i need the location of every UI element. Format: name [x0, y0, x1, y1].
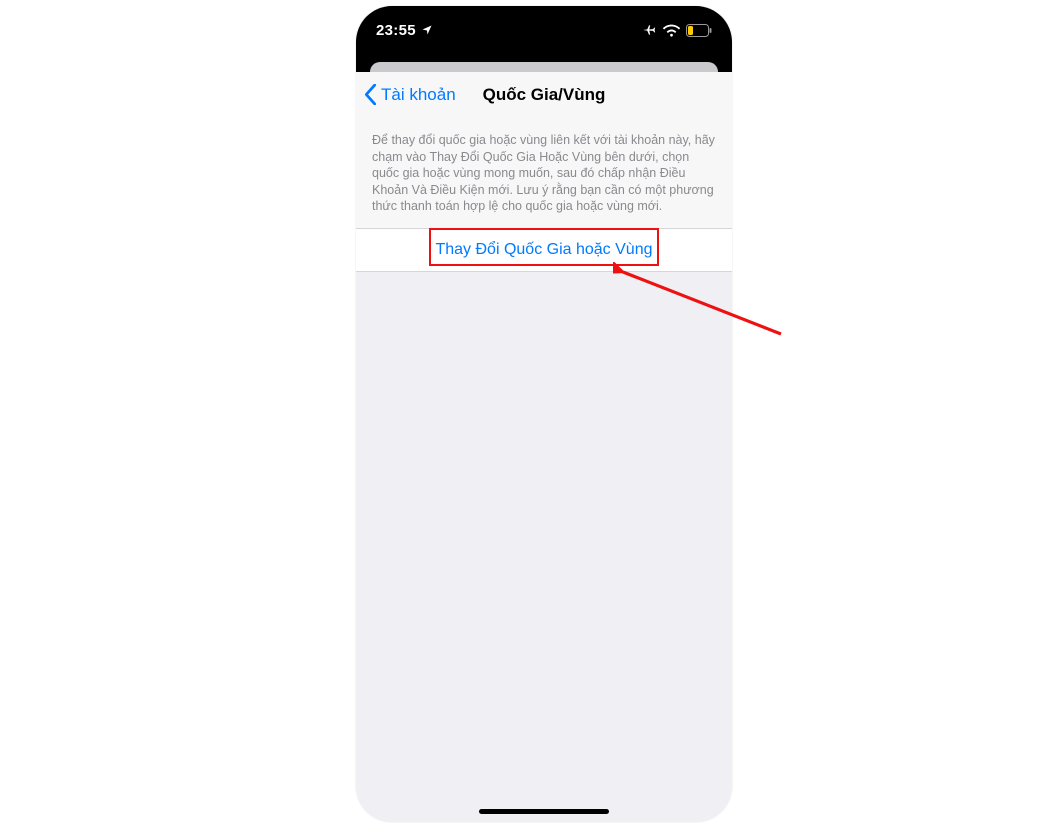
description-panel: Để thay đổi quốc gia hoặc vùng liên kết …: [356, 118, 732, 234]
status-bar: 23:55: [356, 6, 732, 56]
back-button[interactable]: Tài khoản: [364, 72, 456, 117]
location-icon: [421, 24, 433, 36]
wifi-icon: [663, 24, 680, 37]
change-country-button[interactable]: Thay Đổi Quốc Gia hoặc Vùng: [435, 241, 652, 259]
status-right: [641, 23, 712, 37]
back-label: Tài khoản: [381, 85, 456, 105]
description-text: Để thay đổi quốc gia hoặc vùng liên kết …: [372, 132, 716, 215]
change-country-row[interactable]: Thay Đổi Quốc Gia hoặc Vùng: [356, 228, 732, 272]
status-time: 23:55: [376, 22, 416, 39]
phone-screen: 23:55 Tài khoản: [356, 6, 732, 822]
battery-low-icon: [686, 24, 712, 37]
status-left: 23:55: [376, 22, 433, 39]
home-indicator[interactable]: [479, 809, 609, 814]
page-title: Quốc Gia/Vùng: [483, 85, 606, 105]
empty-content: [356, 272, 732, 822]
chevron-left-icon: [364, 84, 377, 105]
nav-header: Tài khoản Quốc Gia/Vùng: [356, 72, 732, 118]
airplane-icon: [641, 23, 657, 37]
